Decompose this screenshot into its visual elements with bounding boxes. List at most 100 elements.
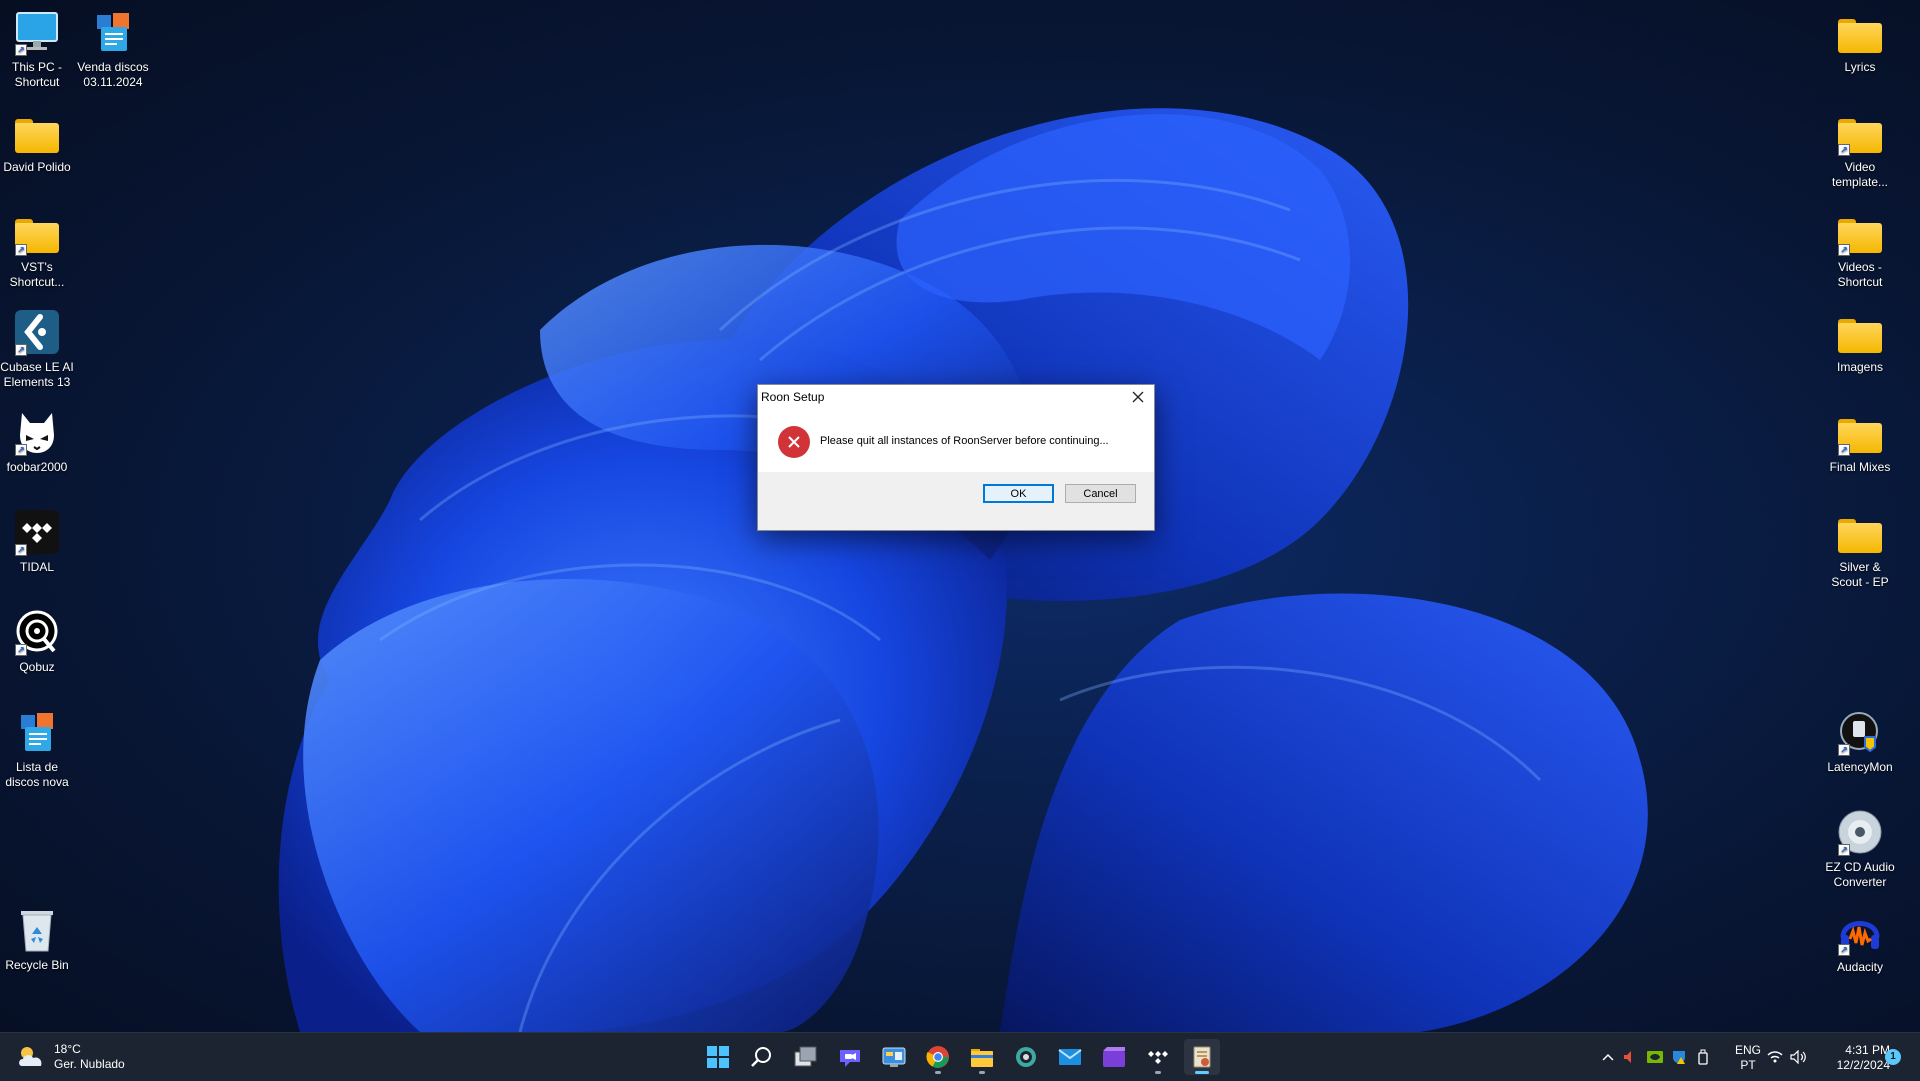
desktop-icon-label: foobar2000 (6, 460, 68, 474)
weather-temperature: 18°C (54, 1042, 81, 1056)
folder-icon: ↗ (13, 208, 61, 256)
desktop-icon-ez-cd-audio[interactable]: ↗ EZ CD Audio Converter (1820, 808, 1900, 890)
desktop-icon-qobuz[interactable]: ↗ Qobuz (0, 608, 77, 675)
shortcut-arrow-icon: ↗ (15, 544, 27, 556)
teams-chat-button[interactable] (832, 1039, 868, 1075)
cancel-button[interactable]: Cancel (1065, 484, 1136, 503)
desktop-icon-label: This PC - Shortcut (11, 60, 62, 89)
task-view-icon (794, 1046, 817, 1067)
desktop-icon-cubase[interactable]: ↗ Cubase LE AI Elements 13 (0, 308, 77, 390)
desktop-icon-lyrics[interactable]: Lyrics (1820, 8, 1900, 75)
latencymon-icon: ↗ (1836, 708, 1884, 756)
control-panel-button[interactable] (876, 1039, 912, 1075)
desktop-icon-venda-discos[interactable]: Venda discos 03.11.2024 (73, 8, 153, 90)
desktop-icon-label: TIDAL (19, 560, 54, 574)
desktop-icon-recycle-bin[interactable]: Recycle Bin (0, 906, 77, 973)
desktop-icon-vsts[interactable]: ↗ VST's Shortcut... (0, 208, 77, 290)
folder-icon (1836, 508, 1884, 556)
folder-icon: ↗ (1836, 208, 1884, 256)
start-icon (707, 1046, 729, 1068)
close-icon (1132, 391, 1144, 403)
tray-muted-speaker[interactable] (1620, 1033, 1640, 1081)
taskbar: 18°C Ger. Nublado ENG PT 4:31 PM 12/2/20… (0, 1032, 1920, 1081)
desktop-icon-label: Audacity (1836, 960, 1884, 974)
desktop-icon-label: Imagens (1836, 360, 1884, 374)
tray-nvidia[interactable] (1644, 1033, 1666, 1081)
foobar-icon: ↗ (13, 408, 61, 456)
roon-icon (1016, 1047, 1036, 1067)
shortcut-arrow-icon: ↗ (1838, 244, 1850, 256)
desktop-icon-label: Silver & Scout - EP (1831, 560, 1889, 589)
control-panel-icon (882, 1047, 906, 1067)
desktop-icon-label: Qobuz (19, 660, 55, 674)
dialog-footer: OK Cancel (758, 472, 1154, 530)
monitor-icon: ↗ (13, 8, 61, 56)
running-indicator (935, 1071, 941, 1074)
shortcut-arrow-icon: ↗ (1838, 844, 1850, 856)
desktop-icon-foobar2000[interactable]: ↗ foobar2000 (0, 408, 77, 475)
notification-badge[interactable]: 1 (1885, 1049, 1901, 1065)
folder-icon: ↗ (1836, 408, 1884, 456)
tray-volume[interactable] (1788, 1033, 1810, 1081)
tidal-icon (1148, 1051, 1168, 1064)
wifi-icon (1767, 1051, 1783, 1063)
roon-button[interactable] (1008, 1039, 1044, 1075)
weather-widget[interactable]: 18°C Ger. Nublado (16, 1039, 125, 1075)
tidal-taskbar-button[interactable] (1140, 1039, 1176, 1075)
qobuz-icon: ↗ (13, 608, 61, 656)
desktop-icon-lista-de-discos[interactable]: Lista de discos nova (0, 708, 77, 790)
desktop-icon-label: Cubase LE AI Elements 13 (0, 360, 74, 389)
close-button[interactable] (1122, 385, 1154, 409)
start-button[interactable] (700, 1039, 736, 1075)
clipchamp-button[interactable] (1096, 1039, 1132, 1075)
tray-wifi[interactable] (1764, 1033, 1786, 1081)
running-indicator (979, 1071, 985, 1074)
error-icon (778, 426, 810, 458)
desktop-icon-audacity[interactable]: ↗ Audacity (1820, 908, 1900, 975)
desktop-icon-video-template[interactable]: ↗ Video template... (1820, 108, 1900, 190)
desktop-icon-final-mixes[interactable]: ↗ Final Mixes (1820, 408, 1900, 475)
desktop-icon-tidal[interactable]: ↗ TIDAL (0, 508, 77, 575)
desktop-icon-latencymon[interactable]: ↗ LatencyMon (1820, 708, 1900, 775)
clock-time: 4:31 PM (1845, 1043, 1890, 1057)
weather-condition: Ger. Nublado (54, 1057, 125, 1071)
desktop-icon-label: Lista de discos nova (5, 760, 69, 789)
show-hidden-icons-button[interactable] (1598, 1033, 1618, 1081)
desktop-icon-silver-scout[interactable]: Silver & Scout - EP (1820, 508, 1900, 590)
desktop-icon-label: David Polido (3, 160, 71, 174)
shortcut-arrow-icon: ↗ (1838, 444, 1850, 456)
desktop-icon-this-pc[interactable]: ↗ This PC - Shortcut (0, 8, 77, 90)
file-explorer-button[interactable] (964, 1039, 1000, 1075)
clock[interactable]: 4:31 PM 12/2/2024 (1812, 1043, 1890, 1073)
tray-usb[interactable] (1692, 1033, 1714, 1081)
task-view-button[interactable] (788, 1039, 824, 1075)
teams-chat-icon (840, 1050, 860, 1067)
roon-setup-dialog: Roon Setup Please quit all instances of … (757, 384, 1155, 531)
dialog-titlebar[interactable]: Roon Setup (758, 385, 1154, 409)
shortcut-arrow-icon: ↗ (15, 644, 27, 656)
usb-drive-icon (1698, 1049, 1708, 1065)
cloudy-weather-icon (19, 1047, 42, 1066)
dialog-message: Please quit all instances of RoonServer … (820, 435, 1109, 447)
folder-icon: ↗ (1836, 108, 1884, 156)
shortcut-arrow-icon: ↗ (15, 44, 27, 56)
shortcut-arrow-icon: ↗ (15, 244, 27, 256)
mail-button[interactable] (1052, 1039, 1088, 1075)
desktop-icon-label: Recycle Bin (5, 958, 69, 972)
desktop-icon-videos-shortcut[interactable]: ↗ Videos - Shortcut (1820, 208, 1900, 290)
chrome-button[interactable] (920, 1039, 956, 1075)
nvidia-icon (1647, 1051, 1663, 1063)
roon-setup-taskbar-button[interactable] (1184, 1039, 1220, 1075)
desktop-icon-label: Videos - Shortcut (1837, 260, 1883, 289)
clipchamp-icon (1103, 1047, 1125, 1067)
security-warning-icon (1673, 1051, 1685, 1064)
shortcut-arrow-icon: ↗ (1838, 944, 1850, 956)
recycle-bin-icon (13, 906, 61, 954)
search-button[interactable] (744, 1039, 780, 1075)
tray-security[interactable] (1668, 1033, 1690, 1081)
desktop-icon-imagens[interactable]: Imagens (1820, 308, 1900, 375)
shortcut-arrow-icon: ↗ (15, 344, 27, 356)
ok-button[interactable]: OK (983, 484, 1054, 503)
clock-date: 12/2/2024 (1836, 1058, 1890, 1072)
desktop-icon-david-polido[interactable]: David Polido (0, 108, 77, 175)
